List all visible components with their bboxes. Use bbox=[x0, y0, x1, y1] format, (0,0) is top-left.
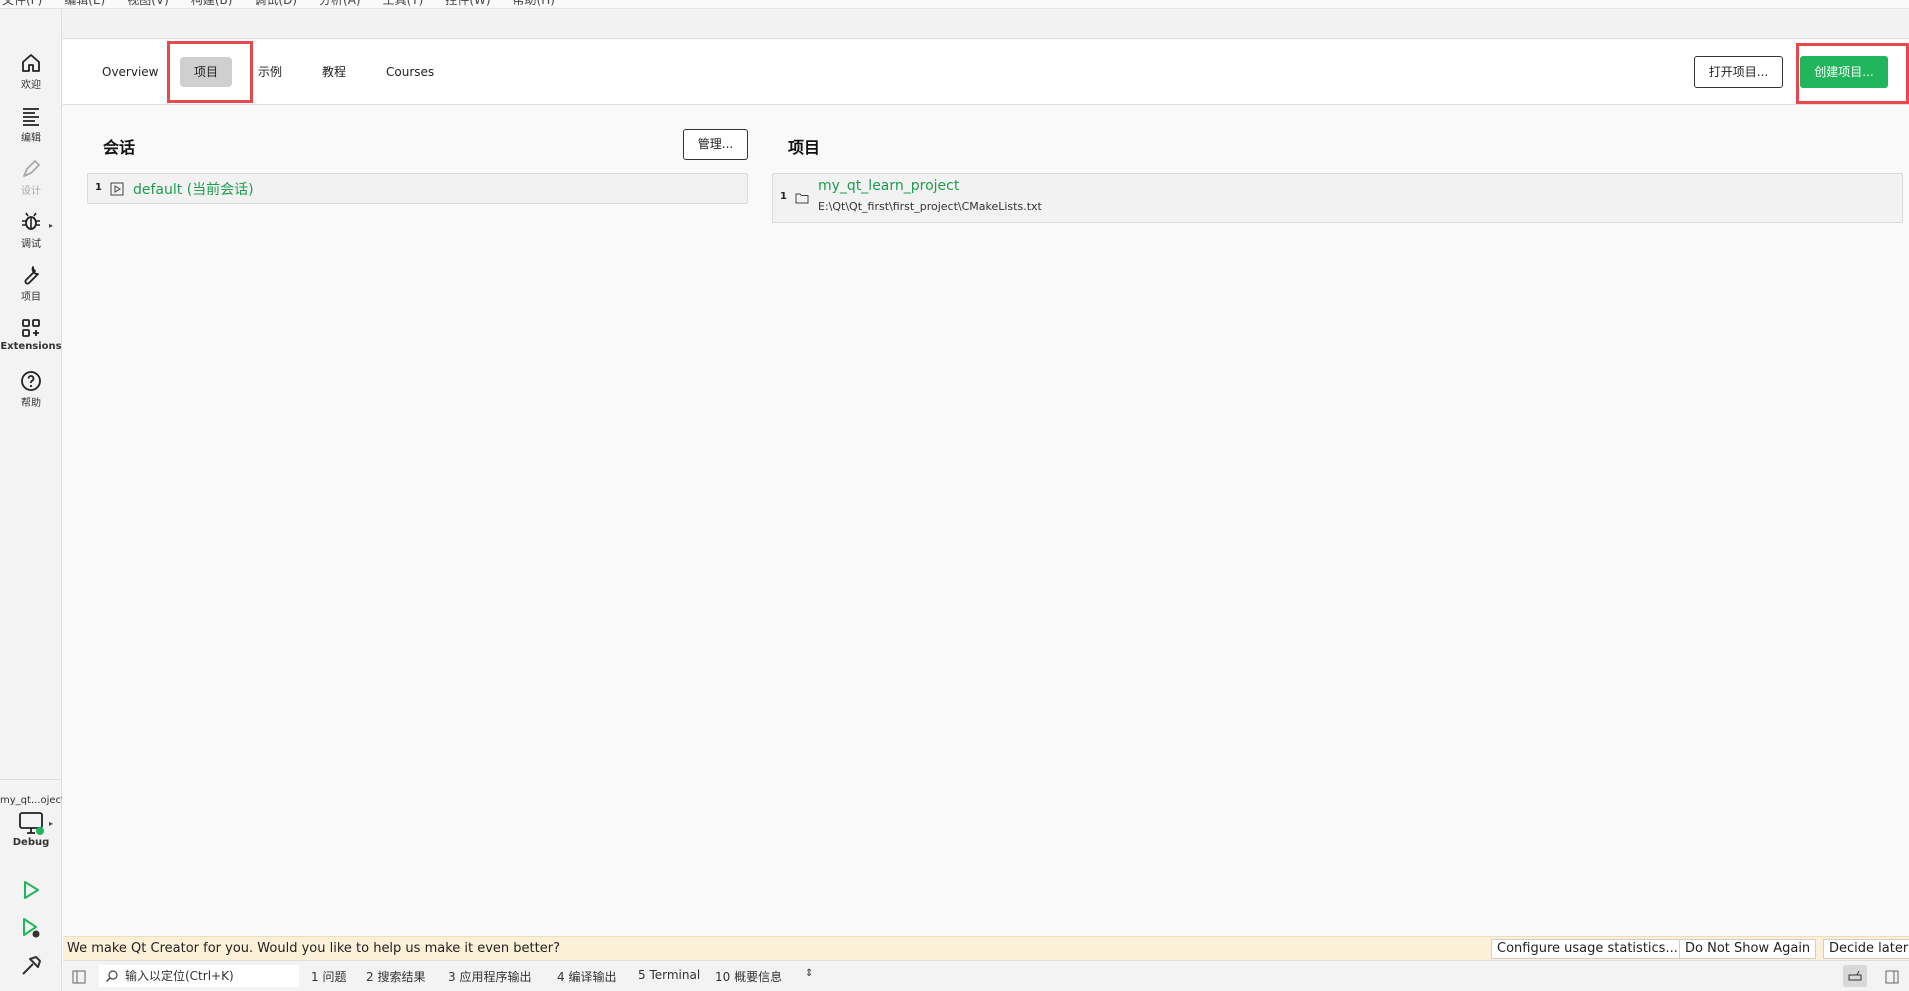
mode-bar: 欢迎 编辑 设计 调试 ▸ 项目 Extensions 帮助 my_qt...o… bbox=[0, 9, 62, 991]
more-panes-icon[interactable]: ⇕ bbox=[805, 968, 813, 979]
menu-analyze[interactable]: 分析(A) bbox=[319, 0, 361, 8]
wrench-icon bbox=[24, 266, 39, 285]
kit-project-name: my_qt...oject bbox=[0, 795, 62, 806]
menu-edit[interactable]: 编辑(E) bbox=[64, 0, 105, 8]
project-name: my_qt_learn_project bbox=[818, 178, 960, 194]
mode-label: 欢迎 bbox=[21, 80, 41, 91]
mode-help[interactable]: 帮助 bbox=[0, 369, 62, 419]
mode-welcome[interactable]: 欢迎 bbox=[0, 51, 62, 101]
project-path: E:\Qt\Qt_first\first_project\CMakeLists.… bbox=[818, 200, 1042, 213]
mode-label: 项目 bbox=[21, 292, 41, 303]
mode-label: 调试 bbox=[21, 239, 41, 250]
do-not-show-again-button[interactable]: Do Not Show Again bbox=[1679, 939, 1817, 959]
manage-sessions-button[interactable]: 管理... bbox=[683, 129, 748, 160]
mode-label: 编辑 bbox=[21, 133, 41, 144]
menu-debug[interactable]: 调试(D) bbox=[254, 0, 297, 8]
pen-icon bbox=[23, 160, 40, 177]
menu-help[interactable]: 帮助(H) bbox=[513, 0, 555, 8]
mode-debug[interactable]: 调试 ▸ bbox=[0, 210, 62, 260]
open-project-button[interactable]: 打开项目... bbox=[1694, 56, 1783, 88]
tab-overview[interactable]: Overview bbox=[88, 57, 173, 87]
welcome-header: Overview 项目 示例 教程 Courses 打开项目... 创建项目..… bbox=[63, 40, 1909, 105]
menu-build[interactable]: 构建(B) bbox=[191, 0, 233, 8]
mode-design[interactable]: 设计 bbox=[0, 157, 62, 207]
projects-title: 项目 bbox=[788, 138, 821, 157]
menu-bar: 文件(F) 编辑(E) 视图(V) 构建(B) 调试(D) 分析(A) 工具(T… bbox=[0, 0, 1909, 9]
bug-icon bbox=[22, 212, 40, 230]
menu-tools[interactable]: 工具(T) bbox=[383, 0, 424, 8]
mode-label: 设计 bbox=[21, 186, 41, 197]
mode-projects[interactable]: 项目 bbox=[0, 263, 62, 313]
session-name: default (当前会话) bbox=[133, 182, 254, 198]
pane-terminal[interactable]: 5 Terminal bbox=[638, 968, 700, 982]
mode-label: 帮助 bbox=[21, 398, 41, 409]
home-icon bbox=[22, 54, 40, 72]
progress-toggle-button[interactable] bbox=[1843, 965, 1867, 987]
toggle-sidebar-icon[interactable] bbox=[72, 970, 86, 984]
pane-application-output[interactable]: 3 应用程序输出 bbox=[448, 968, 531, 985]
run-button[interactable] bbox=[14, 875, 48, 905]
search-icon bbox=[106, 970, 118, 982]
highlight-box bbox=[1796, 43, 1909, 104]
monitor-icon bbox=[19, 812, 44, 835]
extensions-icon bbox=[22, 319, 40, 337]
session-row[interactable]: 1 default (当前会话) bbox=[87, 173, 748, 204]
hammer-icon bbox=[22, 956, 41, 975]
tab-courses[interactable]: Courses bbox=[372, 57, 448, 87]
kit-selector[interactable]: Debug ▸ bbox=[0, 809, 62, 869]
toggle-right-sidebar-icon[interactable] bbox=[1885, 970, 1899, 984]
run-icon bbox=[24, 881, 39, 899]
menu-widgets[interactable]: 控件(W) bbox=[445, 0, 490, 8]
chevron-right-icon: ▸ bbox=[48, 819, 53, 828]
pane-search-results[interactable]: 2 搜索结果 bbox=[366, 968, 425, 985]
project-row[interactable]: 1 my_qt_learn_project E:\Qt\Qt_first\fir… bbox=[772, 173, 1903, 223]
progress-icon bbox=[1848, 970, 1862, 981]
pane-issues[interactable]: 1 问题 bbox=[311, 968, 346, 985]
kit-build-label: Debug bbox=[12, 837, 50, 848]
highlight-box bbox=[167, 41, 253, 103]
help-icon bbox=[21, 371, 41, 391]
menu-file[interactable]: 文件(F) bbox=[2, 0, 42, 8]
configure-usage-button[interactable]: Configure usage statistics... bbox=[1491, 939, 1684, 959]
mode-label: Extensions bbox=[0, 341, 62, 352]
decide-later-button[interactable]: Decide later bbox=[1823, 939, 1909, 959]
locator-input[interactable]: 输入以定位(Ctrl+K) bbox=[99, 965, 299, 987]
separator bbox=[0, 779, 62, 780]
row-number: 1 bbox=[780, 191, 787, 202]
debug-run-icon bbox=[23, 918, 40, 938]
debug-run-button[interactable] bbox=[14, 913, 48, 943]
sessions-title: 会话 bbox=[103, 138, 136, 157]
infobar-message: We make Qt Creator for you. Would you li… bbox=[67, 941, 560, 956]
mode-edit[interactable]: 编辑 bbox=[0, 104, 62, 154]
locator-placeholder: 输入以定位(Ctrl+K) bbox=[125, 969, 234, 983]
pane-compile-output[interactable]: 4 编译输出 bbox=[557, 968, 616, 985]
status-bar: 输入以定位(Ctrl+K) 1 问题 2 搜索结果 3 应用程序输出 4 编译输… bbox=[63, 960, 1909, 991]
chevron-right-icon: ▸ bbox=[48, 221, 53, 230]
session-play-icon bbox=[110, 182, 124, 196]
pane-general-messages[interactable]: 10 概要信息 bbox=[715, 968, 782, 985]
menu-view[interactable]: 视图(V) bbox=[127, 0, 169, 8]
build-button[interactable] bbox=[14, 951, 48, 981]
usage-statistics-infobar: We make Qt Creator for you. Would you li… bbox=[63, 936, 1909, 960]
edit-lines-icon bbox=[23, 108, 39, 126]
mode-extensions[interactable]: Extensions bbox=[0, 316, 62, 366]
folder-icon bbox=[795, 193, 809, 204]
row-number: 1 bbox=[95, 182, 102, 193]
tab-tutorials[interactable]: 教程 bbox=[308, 57, 360, 87]
top-toolbar bbox=[62, 9, 1909, 39]
